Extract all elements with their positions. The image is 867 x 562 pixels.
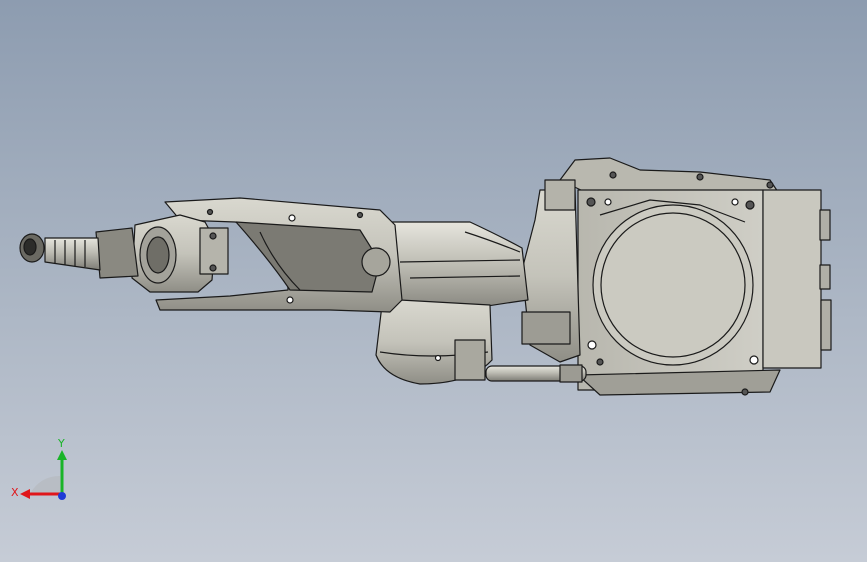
elbow-drum (375, 299, 493, 385)
y-axis-arrow (57, 450, 67, 460)
x-axis-arrow (20, 489, 30, 499)
shoulder-casting (521, 179, 581, 363)
3d-graphics-viewport[interactable]: Y X (0, 0, 867, 562)
z-axis-point (58, 492, 66, 500)
x-axis-label: X (11, 486, 19, 499)
end-effector (19, 227, 139, 279)
y-axis-label: Y (57, 437, 65, 450)
wrist-unit (131, 214, 229, 293)
tie-rod (485, 364, 587, 383)
base-housing (559, 157, 832, 396)
coordinate-triad: Y X (10, 436, 80, 511)
robot-arm-model[interactable] (0, 0, 867, 562)
